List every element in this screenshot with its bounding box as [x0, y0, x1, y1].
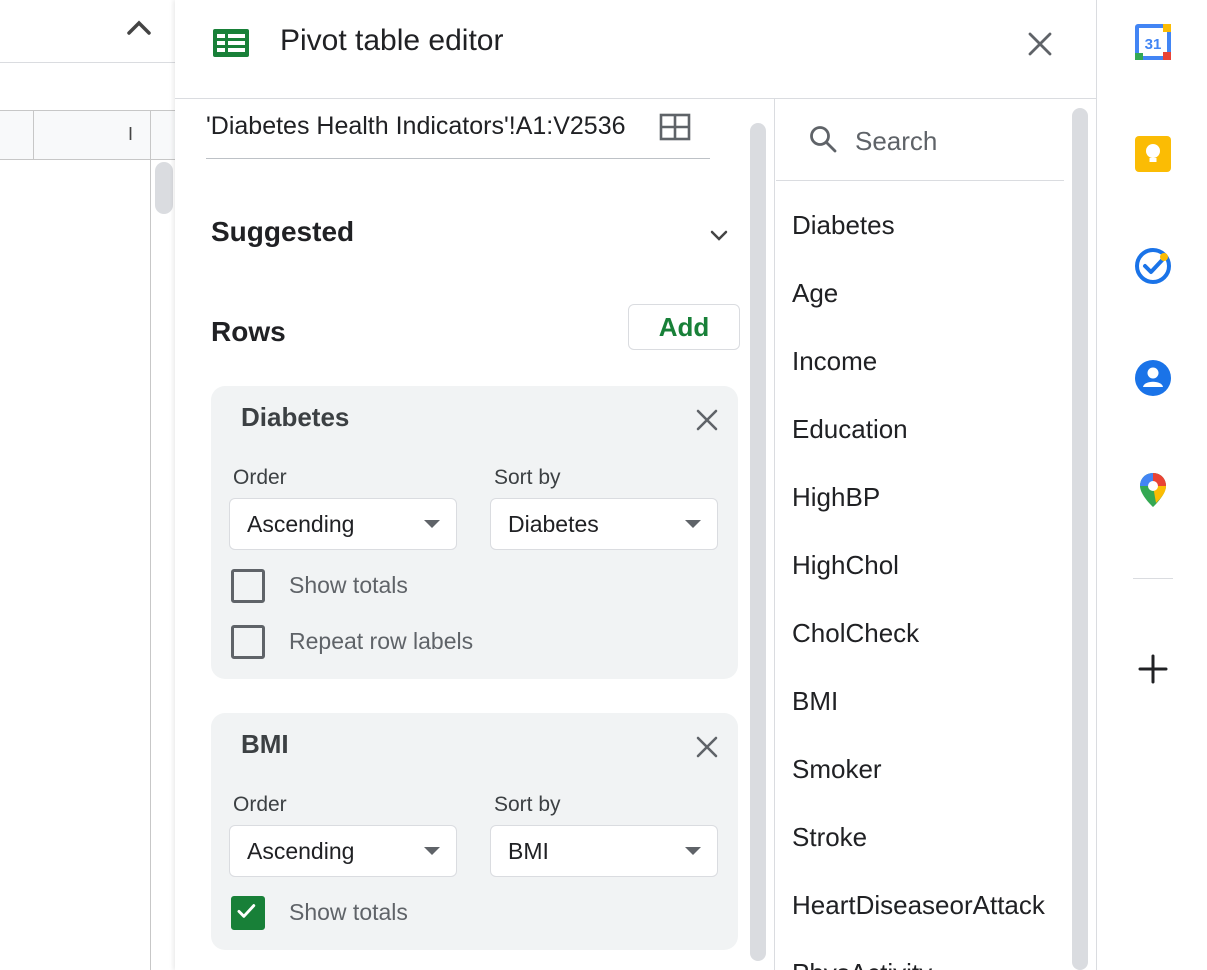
calendar-day: 31 — [1145, 36, 1162, 53]
dropdown-arrow-icon — [685, 520, 701, 528]
row-field-card-diabetes: Diabetes Order Sort by Ascending Diabete… — [211, 386, 738, 679]
field-search-input[interactable] — [853, 120, 1057, 162]
field-item[interactable]: Age — [792, 278, 1050, 309]
sort-by-label: Sort by — [494, 793, 561, 816]
field-item[interactable]: BMI — [792, 686, 1050, 717]
repeat-row-labels-checkbox[interactable] — [231, 625, 265, 659]
field-item[interactable]: Income — [792, 346, 1050, 377]
show-totals-checkbox[interactable] — [231, 896, 265, 930]
row-field-card-bmi: BMI Order Sort by Ascending BMI Show tot… — [211, 713, 738, 950]
order-select[interactable]: Ascending — [229, 825, 457, 877]
sort-by-label: Sort by — [494, 466, 561, 489]
fields-scrollbar[interactable] — [1072, 108, 1088, 970]
show-totals-label: Show totals — [289, 899, 408, 925]
repeat-row-labels-label: Repeat row labels — [289, 628, 474, 654]
remove-field-icon[interactable] — [691, 731, 723, 763]
contacts-icon[interactable] — [1134, 359, 1172, 397]
field-item[interactable]: Smoker — [792, 754, 1050, 785]
side-panel: 31 — [1096, 0, 1207, 970]
maps-icon[interactable] — [1134, 471, 1172, 509]
pivot-table-editor: Pivot table editor 'Diabetes Health Indi… — [175, 0, 1096, 970]
field-item[interactable]: PhysActivity — [792, 958, 1050, 970]
keep-icon[interactable] — [1134, 135, 1172, 173]
sheet-scrollbar[interactable] — [155, 162, 173, 214]
order-select[interactable]: Ascending — [229, 498, 457, 550]
suggested-heading[interactable]: Suggested — [211, 216, 354, 248]
field-item[interactable]: CholCheck — [792, 618, 1050, 649]
remove-field-icon[interactable] — [691, 404, 723, 436]
order-label: Order — [233, 466, 287, 489]
order-label: Order — [233, 793, 287, 816]
chevron-down-icon[interactable] — [706, 224, 732, 246]
select-range-icon[interactable] — [659, 113, 691, 141]
show-totals-label: Show totals — [289, 572, 408, 598]
field-list: Diabetes Age Income Education HighBP Hig… — [775, 182, 1065, 970]
column-header-i[interactable]: I — [128, 124, 133, 145]
column-header-row: I — [0, 110, 175, 160]
collapse-menus-icon[interactable] — [124, 14, 154, 40]
field-item[interactable]: HighChol — [792, 550, 1050, 581]
toolbar-strip — [0, 0, 175, 63]
field-item[interactable]: HeartDiseaseorAttack — [792, 890, 1050, 921]
pivot-table-icon — [213, 29, 249, 57]
add-icon[interactable] — [1134, 650, 1172, 688]
search-icon — [810, 126, 837, 153]
sort-by-select[interactable]: Diabetes — [490, 498, 718, 550]
field-item[interactable]: Diabetes — [792, 210, 1050, 241]
editor-header: Pivot table editor — [175, 0, 1096, 99]
dropdown-arrow-icon — [685, 847, 701, 855]
calendar-icon[interactable]: 31 — [1134, 23, 1172, 61]
field-item[interactable]: Stroke — [792, 822, 1050, 853]
tasks-icon[interactable] — [1134, 247, 1172, 285]
spreadsheet-area: I — [0, 0, 175, 970]
show-totals-checkbox[interactable] — [231, 569, 265, 603]
dropdown-arrow-icon — [424, 847, 440, 855]
rows-heading: Rows — [211, 316, 286, 347]
editor-title: Pivot table editor — [280, 24, 504, 57]
close-editor-icon[interactable] — [1022, 26, 1058, 62]
settings-scrollbar[interactable] — [750, 123, 766, 961]
sort-by-select[interactable]: BMI — [490, 825, 718, 877]
card-title: Diabetes — [241, 402, 350, 432]
card-title: BMI — [241, 729, 289, 759]
field-item[interactable]: Education — [792, 414, 1050, 445]
dropdown-arrow-icon — [424, 520, 440, 528]
checkmark-icon — [237, 904, 256, 918]
add-row-button[interactable]: Add — [628, 304, 740, 350]
field-item[interactable]: HighBP — [792, 482, 1050, 513]
data-range[interactable]: 'Diabetes Health Indicators'!A1:V2536 — [206, 112, 626, 141]
